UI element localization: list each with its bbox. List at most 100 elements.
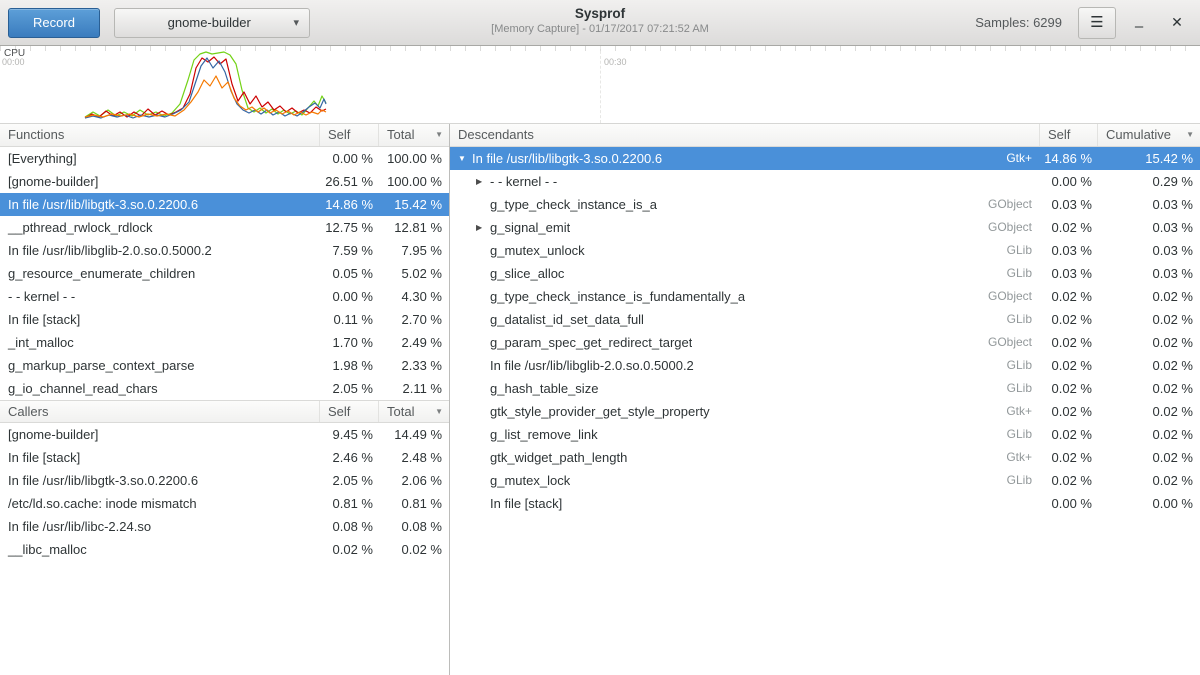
table-row[interactable]: ▶- - kernel - -0.00 %0.29 % [450,170,1200,193]
descendant-name-cell: g_mutex_lockGLib [450,469,1040,492]
table-row[interactable]: g_datalist_id_set_data_fullGLib0.02 %0.0… [450,308,1200,331]
table-row[interactable]: g_resource_enumerate_children0.05 %5.02 … [0,262,449,285]
function-name: In file /usr/lib/libglib-2.0.so.0.5000.2 [490,354,694,377]
table-row[interactable]: __pthread_rwlock_rdlock12.75 %12.81 % [0,216,449,239]
cumulative-value: 0.03 % [1098,193,1200,216]
callers-column-header[interactable]: Callers [0,401,320,422]
cpu-usage-line-cpu0 [85,52,326,117]
cumulative-value: 0.02 % [1098,423,1200,446]
table-row[interactable]: g_type_check_instance_is_fundamentally_a… [450,285,1200,308]
table-row[interactable]: g_mutex_lockGLib0.02 %0.02 % [450,469,1200,492]
function-name: In file /usr/lib/libc-2.24.so [0,515,320,538]
table-row[interactable]: In file [stack]0.00 %0.00 % [450,492,1200,515]
function-name: [gnome-builder] [0,423,320,446]
cumulative-value: 0.03 % [1098,216,1200,239]
function-name: In file [stack] [0,308,320,331]
cpu-timeline-graph[interactable]: CPU 00:00 00:30 [0,46,1200,124]
expander-closed-icon[interactable]: ▶ [474,216,490,239]
total-value: 100.00 % [379,147,449,170]
total-value: 0.81 % [379,492,449,515]
record-button[interactable]: Record [8,8,100,38]
function-name: g_list_remove_link [490,423,598,446]
table-row[interactable]: _int_malloc1.70 %2.49 % [0,331,449,354]
table-row[interactable]: In file /usr/lib/libglib-2.0.so.0.5000.2… [450,354,1200,377]
table-row[interactable]: g_type_check_instance_is_aGObject0.03 %0… [450,193,1200,216]
cumulative-value: 0.02 % [1098,308,1200,331]
table-row[interactable]: In file /usr/lib/libc-2.24.so0.08 %0.08 … [0,515,449,538]
table-row[interactable]: /etc/ld.so.cache: inode mismatch0.81 %0.… [0,492,449,515]
table-row[interactable]: g_hash_table_sizeGLib0.02 %0.02 % [450,377,1200,400]
table-row[interactable]: gtk_style_provider_get_style_propertyGtk… [450,400,1200,423]
header-bar: Record gnome-builder ▾ Sysprof [Memory C… [0,0,1200,46]
table-row[interactable]: g_io_channel_read_chars2.05 %2.11 % [0,377,449,400]
table-row[interactable]: g_mutex_unlockGLib0.03 %0.03 % [450,239,1200,262]
total-value: 2.70 % [379,308,449,331]
descendants-cumulative-column-header[interactable]: Cumulative ▼ [1098,124,1200,146]
expander-closed-icon[interactable]: ▶ [474,170,490,193]
functions-column-header[interactable]: Functions [0,124,320,146]
cumulative-value: 0.03 % [1098,262,1200,285]
category-label: GObject [978,285,1040,308]
callers-table: [gnome-builder]9.45 %14.49 %In file [sta… [0,423,449,561]
process-selector-dropdown[interactable]: gnome-builder ▾ [114,8,310,38]
functions-total-column-header[interactable]: Total ▼ [379,124,449,146]
category-label: GLib [997,354,1040,377]
self-value: 26.51 % [320,170,379,193]
category-label: Gtk+ [996,400,1040,423]
table-row[interactable]: [gnome-builder]9.45 %14.49 % [0,423,449,446]
function-name: In file /usr/lib/libgtk-3.so.0.2200.6 [0,469,320,492]
descendant-name-cell: ▶g_signal_emitGObject [450,216,1040,239]
function-name: In file /usr/lib/libgtk-3.so.0.2200.6 [0,193,320,216]
table-row[interactable]: In file /usr/lib/libgtk-3.so.0.2200.614.… [0,193,449,216]
callers-self-column-header[interactable]: Self [320,401,379,422]
table-row[interactable]: g_param_spec_get_redirect_targetGObject0… [450,331,1200,354]
descendant-name-cell: gtk_style_provider_get_style_propertyGtk… [450,400,1040,423]
self-value: 0.02 % [1040,423,1098,446]
self-value: 0.02 % [1040,285,1098,308]
function-name: g_param_spec_get_redirect_target [490,331,692,354]
table-row[interactable]: In file /usr/lib/libgtk-3.so.0.2200.62.0… [0,469,449,492]
table-row[interactable]: __libc_malloc0.02 %0.02 % [0,538,449,561]
table-row[interactable]: In file [stack]0.11 %2.70 % [0,308,449,331]
menu-button[interactable]: ☰ [1078,7,1116,39]
self-value: 0.81 % [320,492,379,515]
function-name: __libc_malloc [0,538,320,561]
table-row[interactable]: [Everything]0.00 %100.00 % [0,147,449,170]
table-row[interactable]: [gnome-builder]26.51 %100.00 % [0,170,449,193]
table-row[interactable]: In file /usr/lib/libglib-2.0.so.0.5000.2… [0,239,449,262]
category-label: GLib [997,239,1040,262]
close-button[interactable]: ✕ [1162,8,1192,38]
table-row[interactable]: g_slice_allocGLib0.03 %0.03 % [450,262,1200,285]
self-value: 0.02 % [1040,400,1098,423]
right-pane: Descendants Self Cumulative ▼ ▼In file /… [450,124,1200,675]
minimize-icon: – [1135,18,1143,35]
descendant-name-cell: In file /usr/lib/libglib-2.0.so.0.5000.2… [450,354,1040,377]
total-value: 4.30 % [379,285,449,308]
descendants-table: ▼In file /usr/lib/libgtk-3.so.0.2200.6 Gt… [450,147,1200,515]
function-name: In file /usr/lib/libgtk-3.so.0.2200.6 [472,147,662,170]
callers-total-column-header[interactable]: Total ▼ [379,401,449,422]
table-row[interactable]: - - kernel - -0.00 %4.30 % [0,285,449,308]
function-name: __pthread_rwlock_rdlock [0,216,320,239]
minimize-button[interactable]: – [1124,8,1154,38]
functions-table: [Everything]0.00 %100.00 %[gnome-builder… [0,147,449,400]
table-row[interactable]: In file [stack]2.46 %2.48 % [0,446,449,469]
category-label: Gtk+ [996,147,1040,170]
total-value: 2.33 % [379,354,449,377]
descendant-name-cell: g_slice_allocGLib [450,262,1040,285]
table-row[interactable]: ▶g_signal_emitGObject0.02 %0.03 % [450,216,1200,239]
table-row[interactable]: g_list_remove_linkGLib0.02 %0.02 % [450,423,1200,446]
functions-self-column-header[interactable]: Self [320,124,379,146]
descendants-column-header[interactable]: Descendants [450,124,1040,146]
table-row[interactable]: gtk_widget_path_lengthGtk+0.02 %0.02 % [450,446,1200,469]
descendants-self-column-header[interactable]: Self [1040,124,1098,146]
function-name: In file [stack] [0,446,320,469]
self-value: 1.70 % [320,331,379,354]
expander-open-icon[interactable]: ▼ [456,147,472,170]
table-row[interactable]: ▼In file /usr/lib/libgtk-3.so.0.2200.6 Gt… [450,147,1200,170]
self-value: 2.46 % [320,446,379,469]
function-name: In file [stack] [490,492,562,515]
self-value: 0.11 % [320,308,379,331]
table-row[interactable]: g_markup_parse_context_parse1.98 %2.33 % [0,354,449,377]
self-value: 14.86 % [320,193,379,216]
